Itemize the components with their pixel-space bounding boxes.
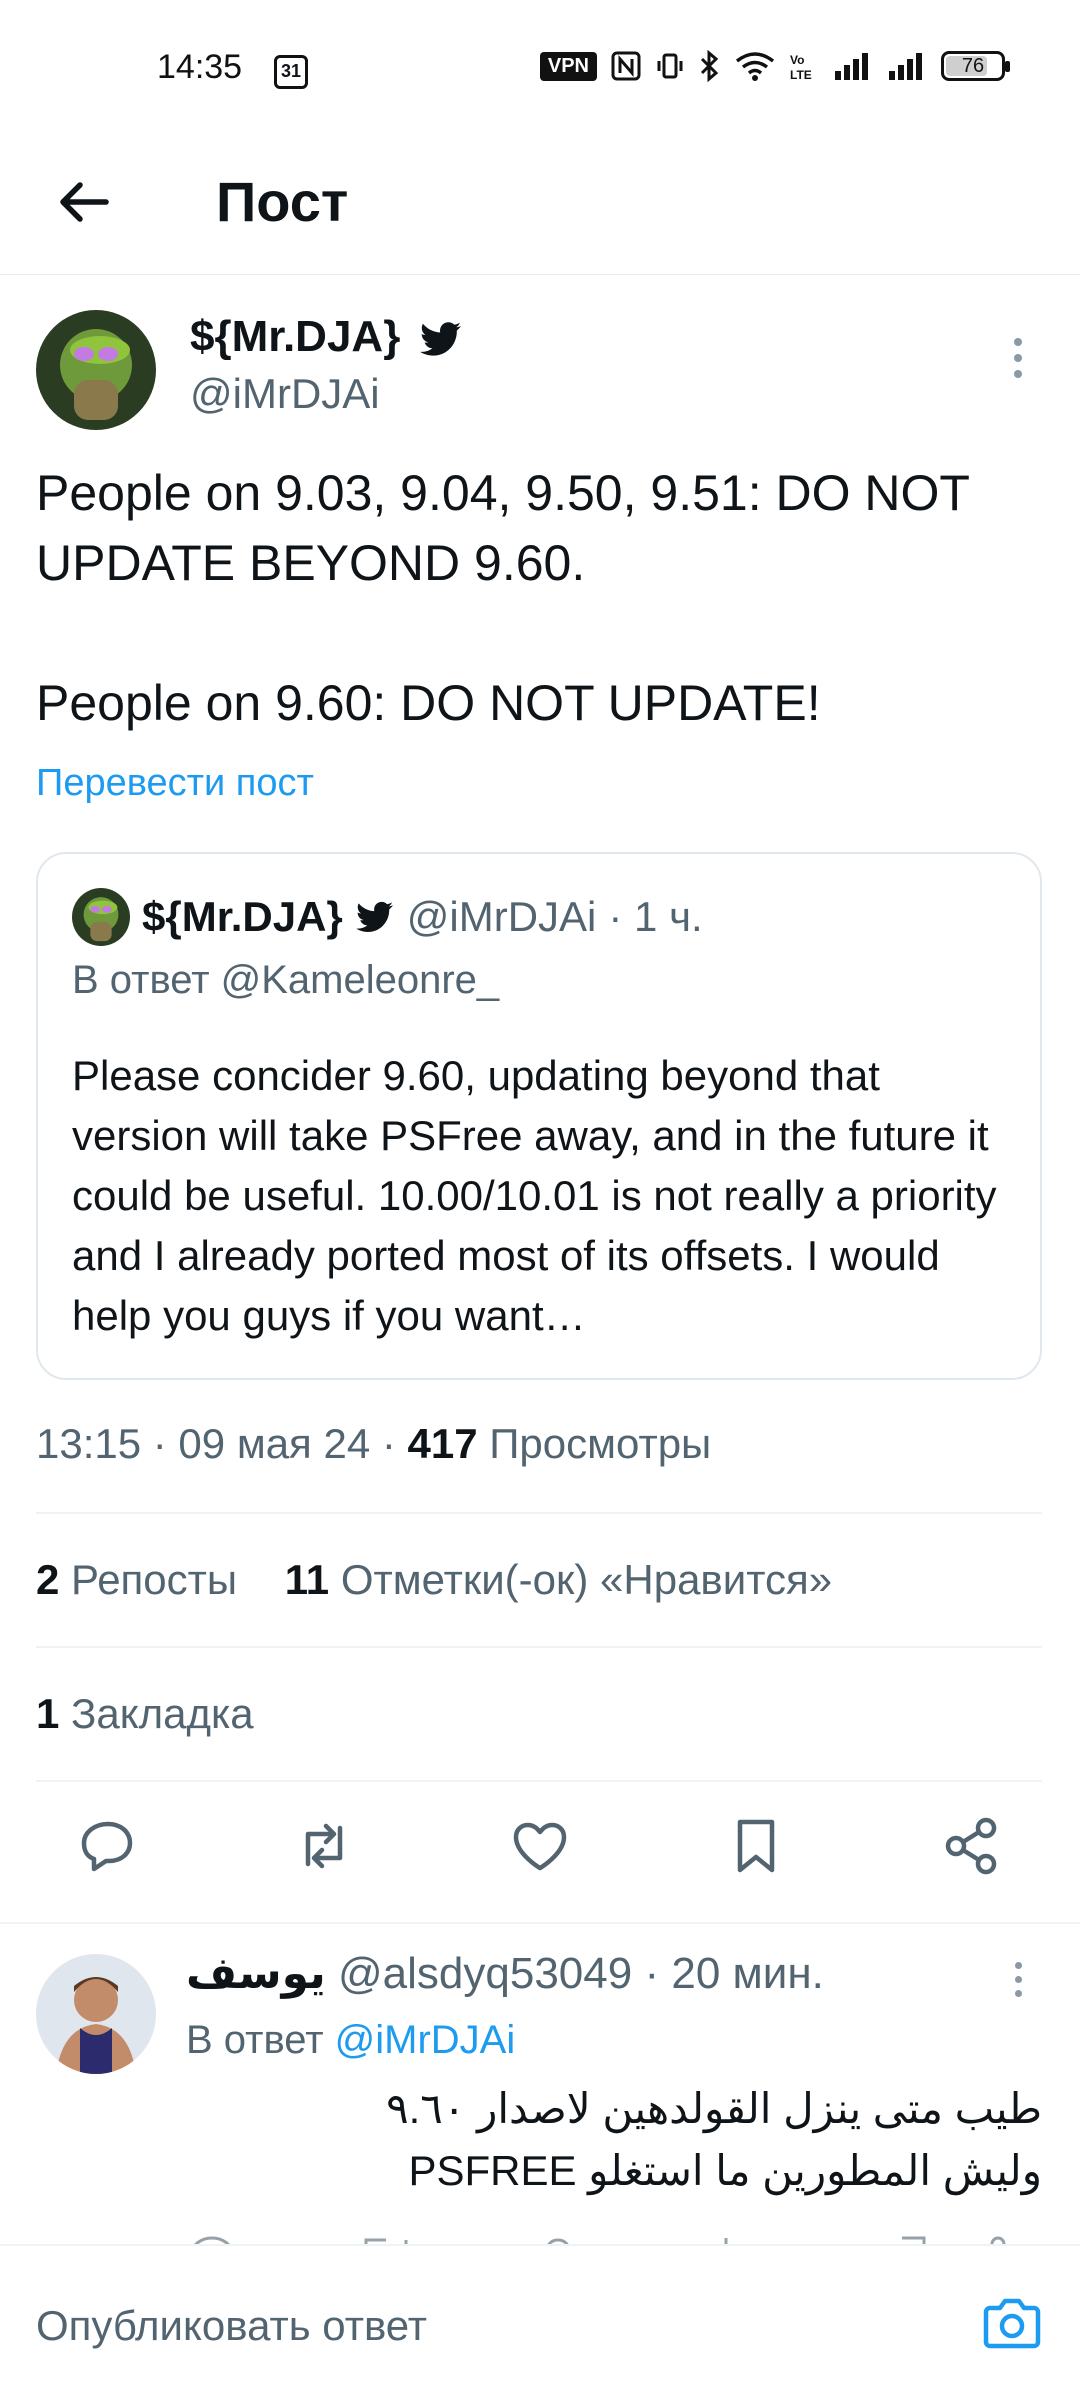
views-count: 417 [407,1420,478,1467]
reposts-label: Репосты [59,1556,238,1603]
battery-icon: 76 [941,51,1010,81]
reply-text-line: طيب متى ينزل القولدهين لاصدار ٩.٦٠ [386,2085,1042,2132]
comment-icon [81,1821,133,1872]
volte-icon: VoLTE [790,53,812,81]
reply-post[interactable]: يوسف @alsdyq53049 · 20 мин. В ответ @iMr… [0,1924,1080,2254]
reply-avatar[interactable] [36,1954,156,2074]
reply-to: В ответ @iMrDJAi [186,2018,515,2063]
quote-header: ${Mr.DJA} @iMrDJAi · 1 ч. [72,888,703,946]
quote-author-handle: @iMrDJAi [406,893,597,940]
status-bar: 14:35 31 VPN Vo LTE 76 [0,0,1080,130]
reply-to-prefix: В ответ [186,2018,335,2062]
likes-stat[interactable]: 11 Отметки(-ок) «Нравится» [285,1556,832,1603]
reply-more-options-button[interactable] [1010,1962,1026,2005]
engagement-stats: 2 Репосты 11 Отметки(-ок) «Нравится» [36,1556,832,1604]
quote-avatar [72,888,130,946]
reposts-stat[interactable]: 2 Репосты [36,1556,237,1603]
page-title: Пост [216,170,349,233]
quote-text: Please concider 9.60, updating beyond th… [72,1052,997,1339]
reply-time: · 20 мин. [644,1949,824,1998]
reply-input[interactable]: Опубликовать ответ [36,2302,427,2350]
reposts-count: 2 [36,1556,60,1603]
author-name: ${Mr.DJA} [190,312,401,361]
author-handle: @iMrDJAi [190,370,380,417]
bird-badge-icon [355,901,393,932]
divider [36,1780,1042,1782]
post-meta: 13:15 · 09 мая 24 · 417 Просмотры [36,1420,711,1468]
status-time: 14:35 [157,48,243,86]
views-label: Просмотры [477,1420,712,1467]
back-button[interactable] [50,166,122,238]
author-name-row[interactable]: ${Mr.DJA} [190,312,463,362]
reply-header: يوسف @alsdyq53049 · 20 мин. [186,1948,824,1999]
bookmarks-label: Закладка [59,1690,254,1737]
bookmark-button[interactable] [720,1810,792,1882]
quoted-post[interactable]: ${Mr.DJA} @iMrDJAi · 1 ч. В ответ @Kamel… [36,852,1042,1380]
bookmarks-count: 1 [36,1690,60,1737]
repost-icon [305,1823,343,1869]
likes-label: Отметки(-ок) «Нравится» [329,1556,833,1603]
signal-icon-2 [889,53,922,80]
vpn-icon: VPN [539,51,597,81]
heart-icon [513,1822,567,1871]
quote-reply-to: В ответ @Kameleonre_ [72,958,500,1002]
reply-text: طيب متى ينزل القولدهين لاصدار ٩.٦٠ وليش … [186,2078,1042,2202]
reply-composer[interactable]: Опубликовать ответ [0,2244,1080,2402]
arrow-left-icon [60,182,109,222]
like-button[interactable] [504,1810,576,1882]
post-text-line: People on 9.03, 9.04, 9.50, 9.51: DO NOT… [36,465,970,591]
divider [36,1646,1042,1648]
nfc-icon [611,51,641,81]
author-avatar[interactable] [36,310,156,430]
divider [36,1512,1042,1514]
post-timestamp: 13:15 · 09 мая 24 · [36,1420,408,1467]
svg-text:Vo: Vo [790,53,804,67]
wifi-icon [735,52,775,81]
post-text: People on 9.03, 9.04, 9.50, 9.51: DO NOT… [36,458,1036,738]
top-bar: Пост [0,130,1080,275]
reply-button[interactable] [72,1810,144,1882]
bookmark-icon [737,1819,775,1873]
signal-icon [835,53,868,80]
quote-time: · 1 ч. [608,893,703,940]
camera-icon [983,2298,1041,2349]
battery-percent: 76 [961,55,985,77]
likes-count: 11 [284,1556,330,1603]
translate-link[interactable]: Перевести пост [36,762,314,805]
vibrate-icon [657,53,683,79]
status-icons: VPN Vo LTE 76 [539,50,1010,82]
bluetooth-icon [700,50,719,82]
bird-badge-icon [419,322,461,356]
calendar-icon: 31 [274,55,308,89]
quote-author-name: ${Mr.DJA} [142,893,343,940]
post-text-line: People on 9.60: DO NOT UPDATE! [36,675,821,731]
reply-to-link[interactable]: @iMrDJAi [335,2018,516,2062]
svg-text:LTE: LTE [790,68,812,81]
share-icon [945,1817,997,1875]
camera-button[interactable] [980,2292,1044,2356]
reply-author-handle: @alsdyq53049 [338,1949,633,1998]
share-button[interactable] [936,1810,1008,1882]
more-options-button[interactable] [1010,338,1026,386]
action-bar [0,1810,1080,1900]
bookmarks-stat[interactable]: 1 Закладка [36,1690,254,1738]
reply-author-name: يوسف [186,1949,326,1998]
repost-button[interactable] [288,1810,360,1882]
reply-text-line: وليش المطورين ما استغلو PSFREE [408,2147,1042,2194]
